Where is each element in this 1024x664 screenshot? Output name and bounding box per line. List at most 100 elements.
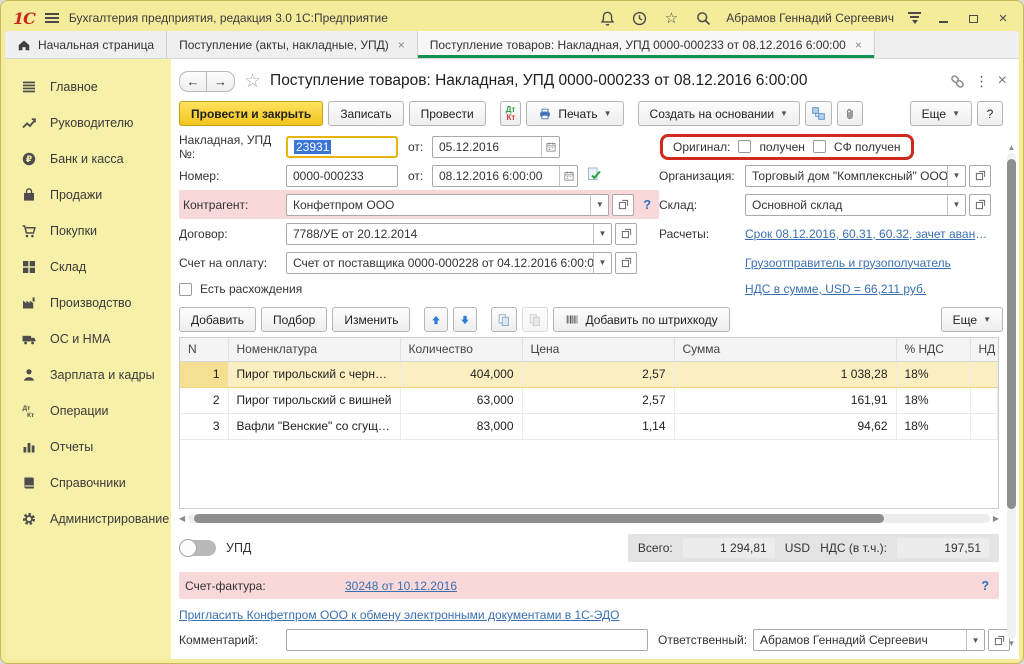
close-window-button[interactable]: × xyxy=(995,10,1011,27)
scrollbar-thumb[interactable] xyxy=(194,514,883,523)
edo-invite-link[interactable]: Пригласить Конфетпром ООО к обмену элект… xyxy=(179,608,620,622)
move-up-button[interactable] xyxy=(424,307,448,332)
number-input[interactable]: 0000-000233 xyxy=(286,165,398,187)
scroll-down-icon[interactable]: ▼ xyxy=(1008,639,1016,649)
sidebar-item-rukovoditelyu[interactable]: Руководителю xyxy=(5,105,171,141)
dropdown-caret-icon[interactable]: ▼ xyxy=(966,630,984,650)
save-button[interactable]: Записать xyxy=(328,101,403,126)
add-by-barcode-button[interactable]: Добавить по штрихкоду xyxy=(553,307,729,332)
tab-receipt-document[interactable]: Поступление товаров: Накладная, УПД 0000… xyxy=(418,31,875,58)
search-icon[interactable] xyxy=(694,9,712,27)
sidebar-item-glavnoe[interactable]: Главное xyxy=(5,69,171,105)
dropdown-caret-icon[interactable]: ▼ xyxy=(947,166,965,186)
contract-combo[interactable]: 7788/УЕ от 20.12.2014 ▼ xyxy=(286,223,612,245)
scroll-right-icon[interactable]: ▶ xyxy=(993,514,999,523)
sidebar-item-administrirovanie[interactable]: Администрирование xyxy=(5,501,171,537)
print-button[interactable]: Печать▼ xyxy=(526,101,623,126)
dropdown-caret-icon[interactable]: ▼ xyxy=(593,224,611,244)
pick-button[interactable]: Подбор xyxy=(261,307,327,332)
scroll-left-icon[interactable]: ◀ xyxy=(179,514,185,523)
col-nomenclature[interactable]: Номенклатура xyxy=(228,338,400,361)
invoice-date-input[interactable]: 05.12.2016 xyxy=(432,136,560,158)
organization-combo[interactable]: Торговый дом "Комплексный" ООО ▼ xyxy=(745,165,966,187)
contract-open-button[interactable] xyxy=(615,223,637,245)
sf-link[interactable]: 30248 от 10.12.2016 xyxy=(345,579,457,593)
sidebar-item-prodazhi[interactable]: Продажи xyxy=(5,177,171,213)
post-and-close-button[interactable]: Провести и закрыть xyxy=(179,101,323,126)
comment-input[interactable] xyxy=(286,629,648,651)
calendar-icon[interactable] xyxy=(541,137,559,157)
maximize-button[interactable] xyxy=(965,11,981,26)
history-clock-icon[interactable] xyxy=(630,9,648,27)
scrollbar-thumb[interactable] xyxy=(1007,159,1016,509)
structure-button[interactable] xyxy=(805,101,832,126)
tab-home[interactable]: Начальная страница xyxy=(5,31,167,58)
favorite-star-icon[interactable]: ☆ xyxy=(244,72,261,91)
discrepancy-checkbox[interactable] xyxy=(179,283,192,296)
table-row[interactable]: 1 Пирог тирольский с черникой 404,000 2,… xyxy=(180,361,998,387)
dropdown-caret-icon[interactable]: ▼ xyxy=(593,253,611,273)
favorites-star-icon[interactable]: ☆ xyxy=(662,9,680,27)
current-user[interactable]: Абрамов Геннадий Сергеевич xyxy=(726,11,894,25)
help-button[interactable]: ? xyxy=(977,101,1003,126)
organization-open-button[interactable] xyxy=(969,165,991,187)
create-based-on-button[interactable]: Создать на основании▼ xyxy=(638,101,800,126)
dropdown-caret-icon[interactable]: ▼ xyxy=(590,195,608,215)
sidebar-item-pokupki[interactable]: Покупки xyxy=(5,213,171,249)
contractor-combo[interactable]: Конфетпром ООО ▼ xyxy=(286,194,609,216)
change-button[interactable]: Изменить xyxy=(332,307,410,332)
sidebar-item-otchety[interactable]: Отчеты xyxy=(5,429,171,465)
service-menu-icon[interactable] xyxy=(908,12,921,23)
original-received-checkbox[interactable] xyxy=(738,140,751,153)
tab-close-icon[interactable]: × xyxy=(855,38,862,52)
sidebar-item-zarplata-kadry[interactable]: Зарплата и кадры xyxy=(5,357,171,393)
sf-help-icon[interactable]: ? xyxy=(981,579,989,593)
settlements-link[interactable]: Срок 08.12.2016, 60.31, 60.32, зачет ава… xyxy=(745,227,991,241)
back-button[interactable]: ← xyxy=(179,71,207,92)
add-row-button[interactable]: Добавить xyxy=(179,307,256,332)
sidebar-item-bank-kassa[interactable]: ₽ Банк и касса xyxy=(5,141,171,177)
forward-button[interactable]: → xyxy=(207,71,235,92)
vat-in-total-link[interactable]: НДС в сумме, USD = 66,211 руб. xyxy=(745,282,926,296)
doc-date-input[interactable]: 08.12.2016 6:00:00 xyxy=(432,165,578,187)
col-vat-percent[interactable]: % НДС xyxy=(896,338,970,361)
table-row[interactable]: 2 Пирог тирольский с вишней 63,000 2,57 … xyxy=(180,387,998,413)
main-menu-icon[interactable] xyxy=(45,13,59,23)
responsible-combo[interactable]: Абрамов Геннадий Сергеевич ▼ xyxy=(753,629,985,651)
warehouse-open-button[interactable] xyxy=(969,194,991,216)
tab-close-icon[interactable]: × xyxy=(398,38,405,52)
paste-row-button[interactable] xyxy=(522,307,548,332)
form-vertical-scrollbar[interactable]: ▲ ▼ xyxy=(1006,143,1017,649)
tab-receipts-list[interactable]: Поступление (акты, накладные, УПД) × xyxy=(167,31,418,58)
col-price[interactable]: Цена xyxy=(522,338,674,361)
upd-toggle[interactable] xyxy=(179,540,216,556)
col-vat[interactable]: НД xyxy=(970,338,998,361)
sf-received-checkbox[interactable] xyxy=(813,140,826,153)
scroll-up-icon[interactable]: ▲ xyxy=(1008,143,1016,153)
invoice-for-payment-open-button[interactable] xyxy=(615,252,637,274)
notifications-bell-icon[interactable] xyxy=(598,9,616,27)
items-more-button[interactable]: Еще▼ xyxy=(941,307,1003,332)
more-dots-icon[interactable]: ⋮ xyxy=(975,73,989,90)
contractor-open-button[interactable] xyxy=(612,194,634,216)
sidebar-item-sklad[interactable]: Склад xyxy=(5,249,171,285)
attachments-button[interactable] xyxy=(837,101,863,126)
sidebar-item-operacii[interactable]: ДтКт Операции xyxy=(5,393,171,429)
sidebar-item-proizvodstvo[interactable]: Производство xyxy=(5,285,171,321)
post-button[interactable]: Провести xyxy=(409,101,486,126)
invoice-no-input[interactable]: 23931 xyxy=(286,136,398,158)
consignor-link[interactable]: Грузоотправитель и грузополучатель xyxy=(745,256,951,270)
more-button-header[interactable]: Еще▼ xyxy=(910,101,972,126)
col-sum[interactable]: Сумма xyxy=(674,338,896,361)
dropdown-caret-icon[interactable]: ▼ xyxy=(947,195,965,215)
col-n[interactable]: N xyxy=(180,338,228,361)
show-postings-dtkt-button[interactable]: ДтКт xyxy=(500,101,522,126)
minimize-button[interactable] xyxy=(935,11,951,26)
sidebar-item-os-nma[interactable]: ОС и НМА xyxy=(5,321,171,357)
calendar-icon[interactable] xyxy=(559,166,577,186)
close-document-icon[interactable]: × xyxy=(998,72,1007,90)
contractor-help-icon[interactable]: ? xyxy=(643,198,651,212)
copy-row-button[interactable] xyxy=(491,307,517,332)
get-link-icon[interactable] xyxy=(949,73,966,90)
table-horizontal-scrollbar[interactable]: ◀ ▶ xyxy=(179,512,999,525)
